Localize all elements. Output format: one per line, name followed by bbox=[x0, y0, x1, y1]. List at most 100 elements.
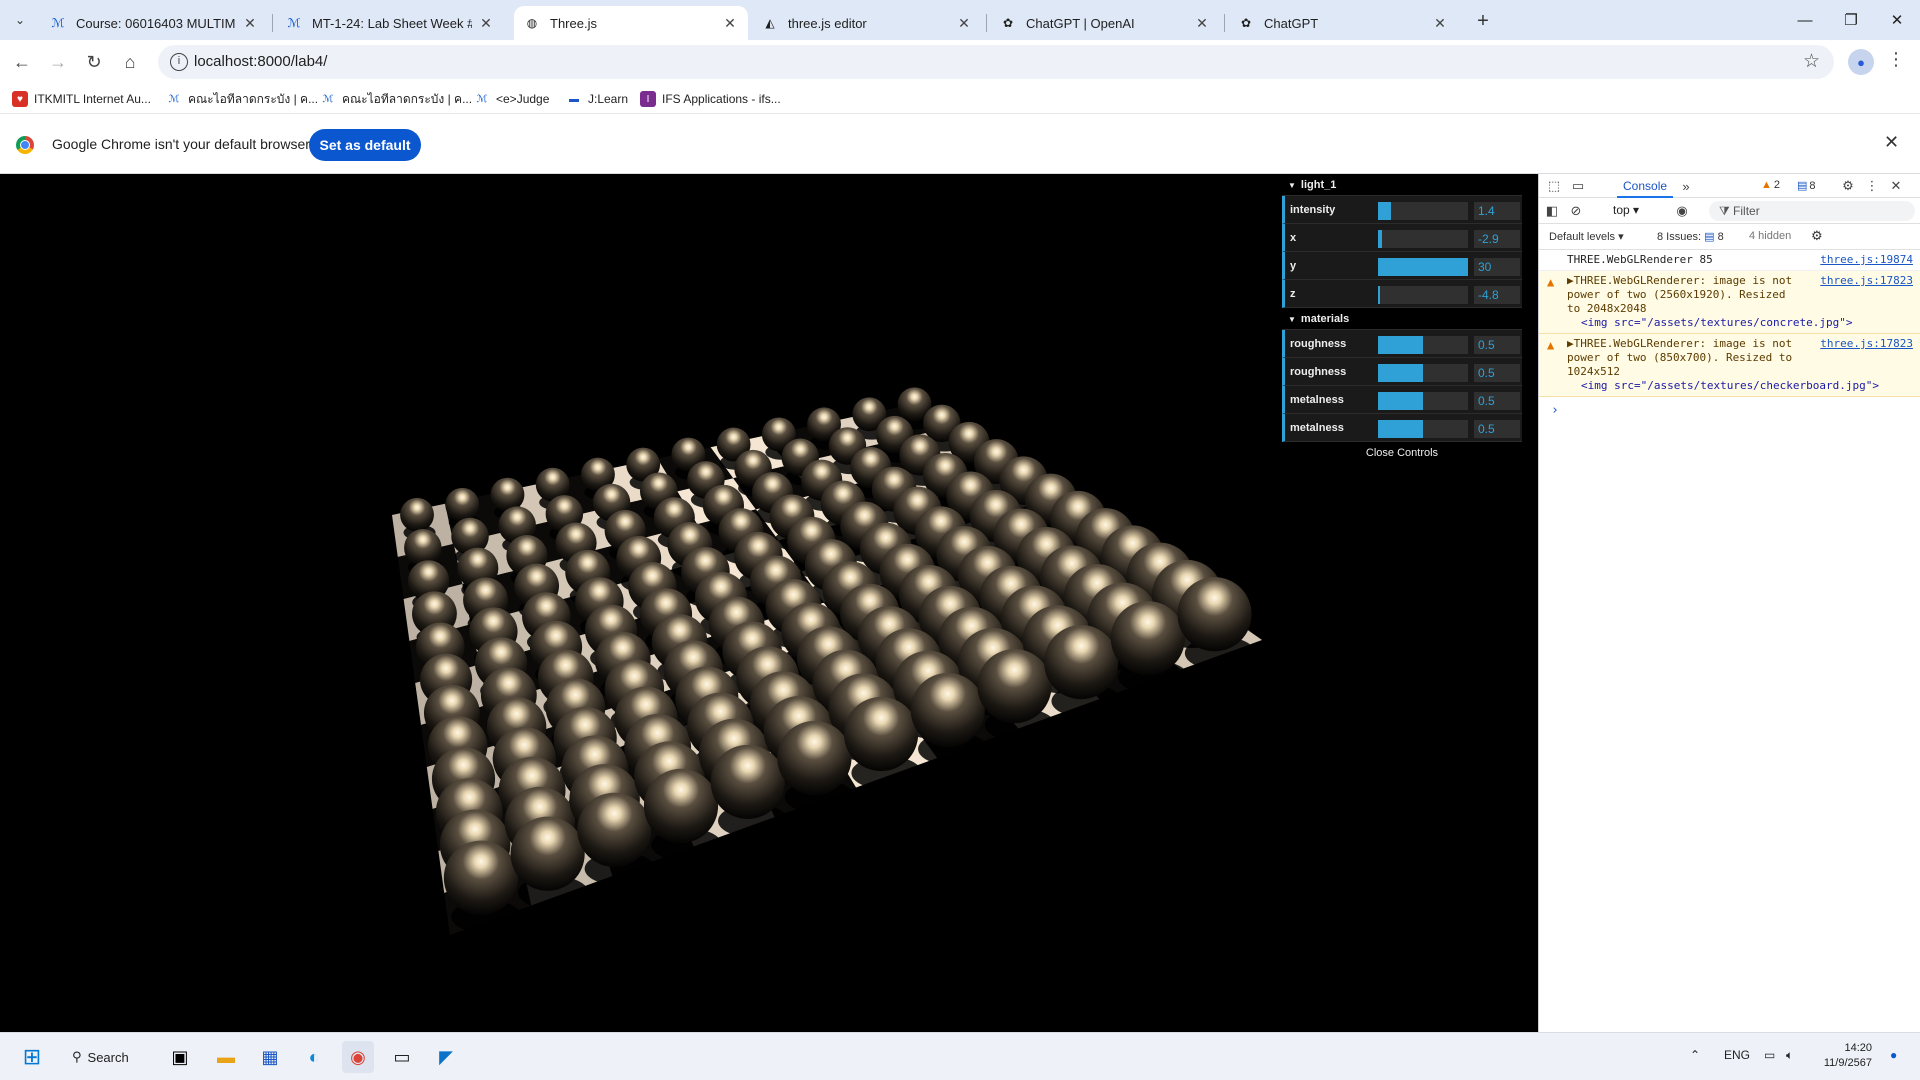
gui-row-intensity: intensity 1.4 bbox=[1282, 196, 1522, 224]
tab-course[interactable]: ℳ Course: 06016403 MULTIMEDIA ✕ bbox=[40, 6, 268, 40]
edge-icon[interactable]: ◐ bbox=[298, 1041, 330, 1073]
task-view-icon[interactable]: ▣ bbox=[164, 1041, 196, 1073]
profile-avatar[interactable]: ● bbox=[1848, 49, 1874, 75]
inspect-element-icon[interactable]: ⬚ bbox=[1545, 177, 1563, 195]
chrome-icon[interactable]: ◉ bbox=[342, 1041, 374, 1073]
threejs-icon: ◭ bbox=[765, 16, 775, 30]
tab-console[interactable]: Console bbox=[1617, 174, 1674, 198]
close-icon[interactable]: ✕ bbox=[722, 15, 738, 32]
console-prompt[interactable]: › bbox=[1539, 397, 1920, 418]
vscode-icon[interactable]: ◤ bbox=[430, 1041, 462, 1073]
minimize-button[interactable]: — bbox=[1782, 0, 1828, 40]
gui-number-input[interactable]: 30 bbox=[1474, 258, 1520, 276]
warnings-badge[interactable]: ▲ 2 bbox=[1761, 179, 1780, 191]
gui-slider[interactable] bbox=[1378, 364, 1468, 382]
restore-button[interactable]: ❐ bbox=[1828, 0, 1874, 40]
bookmark-ifs[interactable]: I IFS Applications - ifs... bbox=[640, 89, 781, 109]
display-icon[interactable]: ▭ bbox=[1764, 1048, 1775, 1062]
folder-light[interactable]: ▼ light_1 bbox=[1282, 174, 1522, 196]
close-controls-button[interactable]: Close Controls bbox=[1282, 442, 1522, 464]
chevron-up-icon[interactable]: ⌃ bbox=[1690, 1048, 1700, 1062]
site-info-icon[interactable]: i bbox=[170, 53, 188, 71]
file-explorer-icon[interactable]: ▬ bbox=[210, 1041, 242, 1073]
clock[interactable]: 14:20 11/9/2567 bbox=[1812, 1041, 1872, 1071]
close-icon[interactable]: ✕ bbox=[1884, 132, 1899, 153]
gui-number-input[interactable]: 0.5 bbox=[1474, 392, 1520, 410]
log-levels-select[interactable]: Default levels ▾ bbox=[1549, 230, 1624, 243]
store-icon[interactable]: ▦ bbox=[254, 1041, 286, 1073]
tab-search-chevron-icon[interactable]: ⌄ bbox=[8, 8, 32, 32]
bookmark-star-icon[interactable]: ☆ bbox=[1803, 50, 1820, 73]
close-icon[interactable]: ✕ bbox=[1194, 15, 1210, 32]
console-message: THREE.WebGLRenderer 85 three.js:19874 bbox=[1539, 250, 1920, 271]
window-close-button[interactable]: ✕ bbox=[1874, 0, 1920, 40]
speaker-icon[interactable]: 🔈︎ bbox=[1786, 1048, 1793, 1063]
home-button[interactable]: ⌂ bbox=[116, 48, 144, 76]
moodle-icon: ℳ bbox=[51, 16, 65, 30]
live-expression-eye-icon[interactable]: ◉ bbox=[1673, 202, 1691, 220]
gui-number-input[interactable]: 0.5 bbox=[1474, 420, 1520, 438]
back-button[interactable]: ← bbox=[8, 48, 36, 76]
tab-threejs[interactable]: ◍ Three.js ✕ bbox=[514, 6, 748, 40]
gui-slider[interactable] bbox=[1378, 392, 1468, 410]
notification-bell-icon[interactable]: ● bbox=[1890, 1048, 1897, 1062]
bookmark-label: คณะไอทีลาดกระบัง | ค... bbox=[188, 91, 319, 106]
device-toolbar-icon[interactable]: ▭ bbox=[1569, 177, 1587, 195]
dat-gui-panel: ▼ light_1 intensity 1.4 x -2.9 y 30 z -4.8 ▼ mate… bbox=[1282, 174, 1522, 464]
hidden-count: 4 hidden bbox=[1749, 230, 1792, 242]
close-icon[interactable]: ✕ bbox=[1887, 177, 1905, 195]
bookmark-it-faculty-1[interactable]: ℳ คณะไอทีลาดกระบัง | ค... bbox=[166, 89, 318, 109]
gui-number-input[interactable]: 0.5 bbox=[1474, 364, 1520, 382]
console-filter-input[interactable]: ⧩ Filter bbox=[1709, 201, 1915, 221]
close-icon[interactable]: ✕ bbox=[478, 15, 494, 32]
clear-console-icon[interactable]: ⊘ bbox=[1567, 202, 1585, 220]
context-select[interactable]: top ▾ bbox=[1613, 203, 1639, 217]
gui-slider[interactable] bbox=[1378, 336, 1468, 354]
chrome-menu-icon[interactable]: ⋮ bbox=[1886, 49, 1906, 75]
folder-materials[interactable]: ▼ materials bbox=[1282, 308, 1522, 330]
bookmark-itkmitl[interactable]: ♥ ITKMITL Internet Au... bbox=[12, 89, 151, 109]
bookmark-ejudge[interactable]: ℳ <e>Judge bbox=[474, 89, 550, 109]
set-as-default-button[interactable]: Set as default bbox=[309, 129, 421, 161]
settings-gear-icon[interactable]: ⚙ bbox=[1839, 177, 1857, 195]
gui-slider[interactable] bbox=[1378, 286, 1468, 304]
windows-start-icon[interactable]: ⊞ bbox=[16, 1041, 48, 1073]
gui-slider[interactable] bbox=[1378, 230, 1468, 248]
gui-number-input[interactable]: -2.9 bbox=[1474, 230, 1520, 248]
gui-slider[interactable] bbox=[1378, 258, 1468, 276]
gui-number-input[interactable]: 0.5 bbox=[1474, 336, 1520, 354]
bookmark-it-faculty-2[interactable]: ℳ คณะไอทีลาดกระบัง | ค... bbox=[320, 89, 472, 109]
close-icon[interactable]: ✕ bbox=[242, 15, 258, 32]
gui-number-input[interactable]: -4.8 bbox=[1474, 286, 1520, 304]
close-icon[interactable]: ✕ bbox=[956, 15, 972, 32]
source-link[interactable]: three.js:17823 bbox=[1820, 337, 1913, 351]
kebab-menu-icon[interactable]: ⋮ bbox=[1863, 177, 1881, 195]
new-tab-button[interactable]: + bbox=[1470, 8, 1496, 34]
gui-slider[interactable] bbox=[1378, 202, 1468, 220]
url-text[interactable]: localhost:8000/lab4/ bbox=[194, 53, 327, 70]
sidebar-toggle-icon[interactable]: ◧ bbox=[1543, 202, 1561, 220]
issues-button[interactable]: 8 Issues: ▤ 8 bbox=[1657, 230, 1724, 243]
gui-slider[interactable] bbox=[1378, 420, 1468, 438]
tab-threejs-editor[interactable]: ◭ three.js editor ✕ bbox=[752, 6, 982, 40]
more-tabs-icon[interactable]: » bbox=[1677, 177, 1695, 195]
tab-chatgpt-openai[interactable]: ✿ ChatGPT | OpenAI ✕ bbox=[990, 6, 1220, 40]
messages-badge[interactable]: ▤ 8 bbox=[1797, 179, 1816, 193]
language-indicator[interactable]: ENG bbox=[1724, 1048, 1750, 1062]
gui-label: intensity bbox=[1290, 204, 1336, 216]
close-icon[interactable]: ✕ bbox=[1432, 15, 1448, 32]
taskbar-search[interactable]: ⚲ Search bbox=[72, 1043, 129, 1071]
terminal-icon[interactable]: ▭ bbox=[386, 1041, 418, 1073]
reload-button[interactable]: ↻ bbox=[80, 48, 108, 76]
source-link[interactable]: three.js:17823 bbox=[1820, 274, 1913, 288]
console-warning[interactable]: ▲ ▶THREE.WebGLRenderer: image is not pow… bbox=[1539, 334, 1920, 397]
source-link[interactable]: three.js:19874 bbox=[1820, 253, 1913, 267]
tab-lab-sheet[interactable]: ℳ MT-1-24: Lab Sheet Week #10 ✕ bbox=[276, 6, 504, 40]
tab-chatgpt[interactable]: ✿ ChatGPT ✕ bbox=[1228, 6, 1458, 40]
forward-button[interactable]: → bbox=[44, 48, 72, 76]
console-warning[interactable]: ▲ ▶THREE.WebGLRenderer: image is not pow… bbox=[1539, 271, 1920, 334]
address-bar[interactable]: i localhost:8000/lab4/ ☆ bbox=[158, 45, 1834, 79]
gui-number-input[interactable]: 1.4 bbox=[1474, 202, 1520, 220]
bookmark-jlearn[interactable]: ▬ J:Learn bbox=[566, 89, 628, 109]
console-settings-gear-icon[interactable]: ⚙ bbox=[1811, 228, 1823, 244]
